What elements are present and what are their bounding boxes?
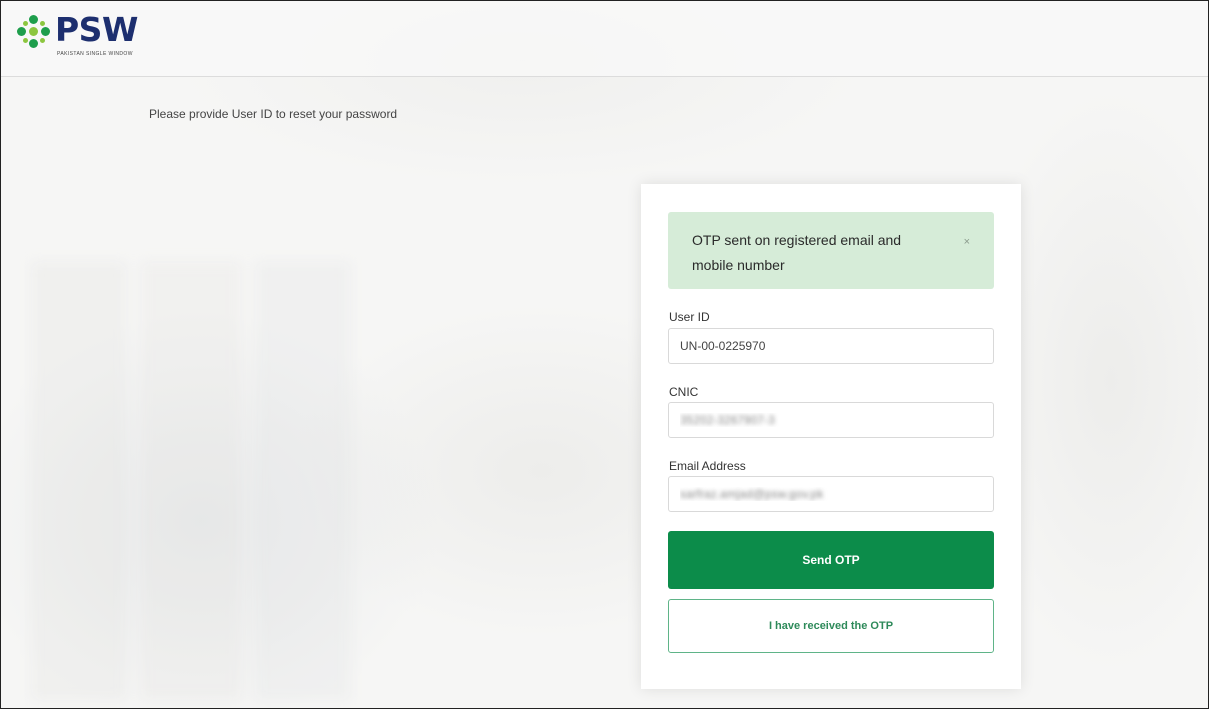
close-icon[interactable]: × bbox=[964, 236, 970, 248]
logo-wordmark: PSW bbox=[55, 10, 138, 49]
cnic-input[interactable] bbox=[668, 402, 994, 438]
cnic-label: CNIC bbox=[669, 385, 699, 399]
email-label: Email Address bbox=[669, 459, 746, 473]
page-instruction: Please provide User ID to reset your pas… bbox=[149, 107, 398, 121]
user-id-input[interactable] bbox=[668, 328, 994, 364]
received-otp-button[interactable]: I have received the OTP bbox=[668, 599, 994, 653]
email-input[interactable] bbox=[668, 476, 994, 512]
alert-message: OTP sent on registered email and mobile … bbox=[692, 232, 902, 273]
background-decoration bbox=[31, 261, 351, 701]
psw-logo[interactable]: PSW PAKISTAN SINGLE WINDOW bbox=[17, 13, 138, 57]
reset-password-card: OTP sent on registered email and mobile … bbox=[641, 184, 1021, 689]
logo-tagline: PAKISTAN SINGLE WINDOW bbox=[57, 51, 133, 57]
psw-dots-icon bbox=[17, 15, 51, 49]
success-alert: OTP sent on registered email and mobile … bbox=[668, 212, 994, 289]
site-header: PSW PAKISTAN SINGLE WINDOW bbox=[1, 1, 1208, 77]
user-id-label: User ID bbox=[669, 310, 710, 324]
send-otp-button[interactable]: Send OTP bbox=[668, 531, 994, 589]
browser-frame: PSW PAKISTAN SINGLE WINDOW Please provid… bbox=[0, 0, 1209, 709]
